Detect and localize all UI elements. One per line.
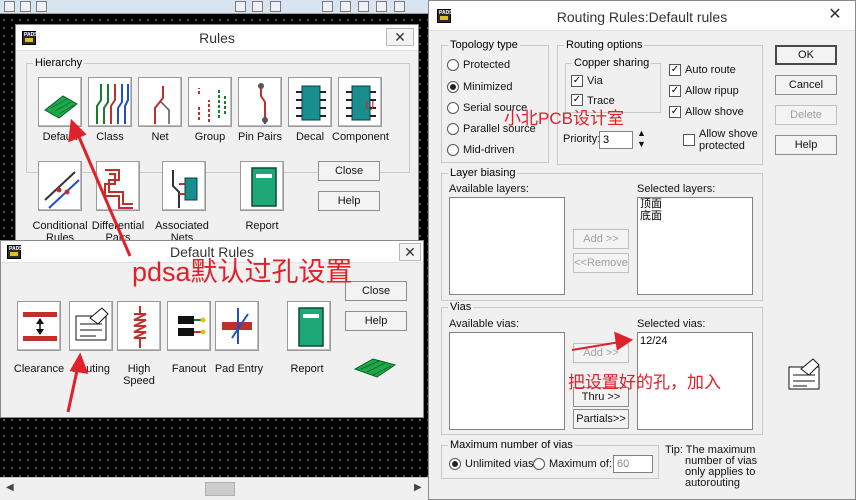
- arrow-to-default: [74, 129, 132, 257]
- annotation-arrows: [66, 118, 634, 413]
- pdsa-note-text: pdsa默认过孔设置: [132, 257, 353, 287]
- arrow-to-routing: [66, 365, 80, 413]
- arrow-head-routing: [69, 352, 89, 374]
- arrow-head-default: [68, 118, 87, 143]
- add-note-text: 把设置好的孔，加入: [568, 373, 721, 392]
- arrow-to-selected-vias: [571, 341, 621, 351]
- arrow-head-selected-vias: [614, 331, 634, 351]
- watermark-text: 小北PCB设计室: [504, 109, 624, 128]
